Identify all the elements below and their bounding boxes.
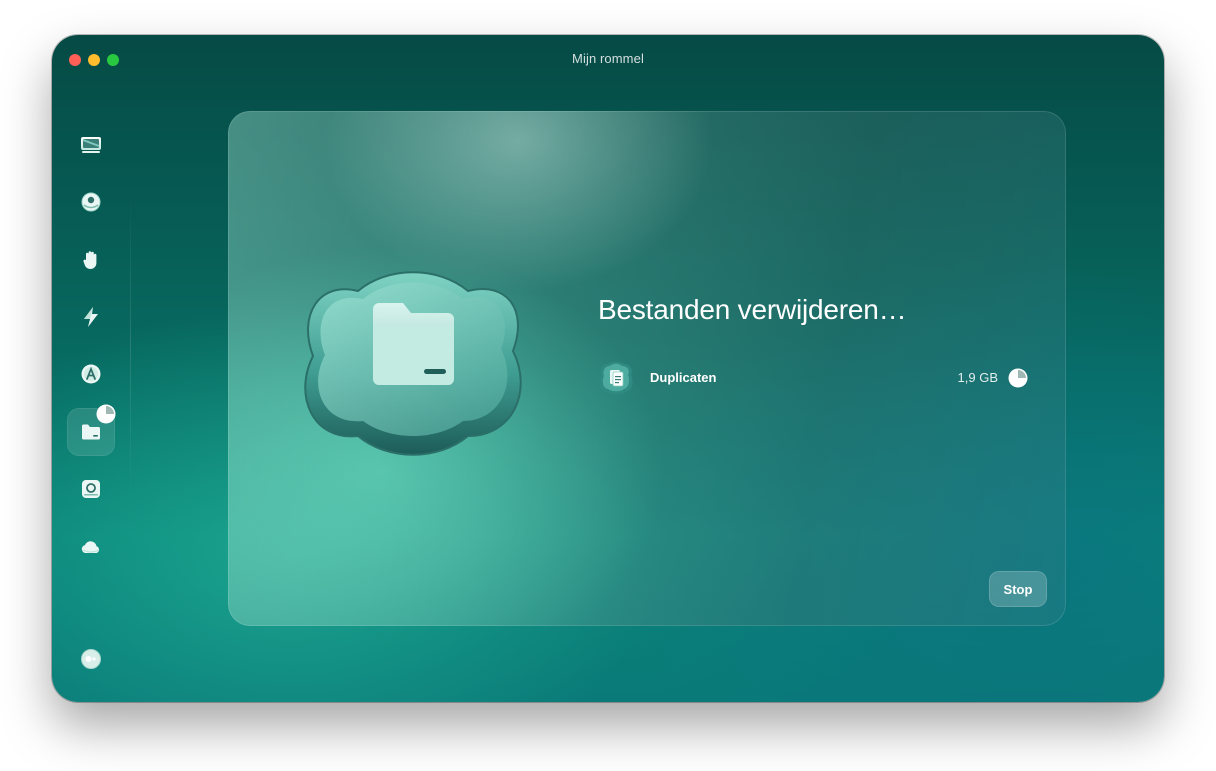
file-size: 1,9 GB	[957, 370, 998, 385]
disk-search-icon	[82, 480, 100, 498]
app-window: Mijn rommel Bestanden verwijderen… Dupli…	[52, 35, 1164, 702]
sidebar-progress-indicator	[96, 404, 116, 424]
duplicate-file-icon	[599, 361, 633, 395]
cloud-icon	[81, 541, 100, 553]
sidebar-item-space-lens[interactable]	[67, 465, 115, 513]
sidebar-divider	[130, 185, 131, 505]
progress-pie-icon	[1008, 368, 1028, 388]
sidebar-item-privacy[interactable]	[67, 236, 115, 284]
hand-icon	[83, 251, 97, 269]
list-item-label: Duplicaten	[650, 370, 717, 385]
list-item-duplicates: Duplicaten 1,9 GB	[598, 360, 1028, 396]
window-title: Mijn rommel	[572, 51, 644, 66]
assistant-button[interactable]	[67, 635, 115, 683]
assistant-icon	[81, 649, 101, 669]
sidebar-item-protection[interactable]	[67, 178, 115, 226]
stop-button[interactable]: Stop	[989, 571, 1047, 607]
page-title: Bestanden verwijderen…	[598, 294, 907, 325]
applications-icon	[81, 364, 101, 384]
sidebar-item-applications[interactable]	[67, 350, 115, 398]
sidebar-item-cloud[interactable]	[67, 523, 115, 571]
lightning-icon	[84, 307, 98, 327]
protection-icon	[81, 192, 101, 212]
sidebar-item-performance[interactable]	[67, 293, 115, 341]
hero-folder-icon	[304, 271, 522, 456]
sidebar-item-dashboard[interactable]	[67, 121, 115, 169]
display-icon	[81, 137, 101, 153]
main-panel: Bestanden verwijderen… Duplicaten 1,9 GB…	[228, 111, 1066, 626]
